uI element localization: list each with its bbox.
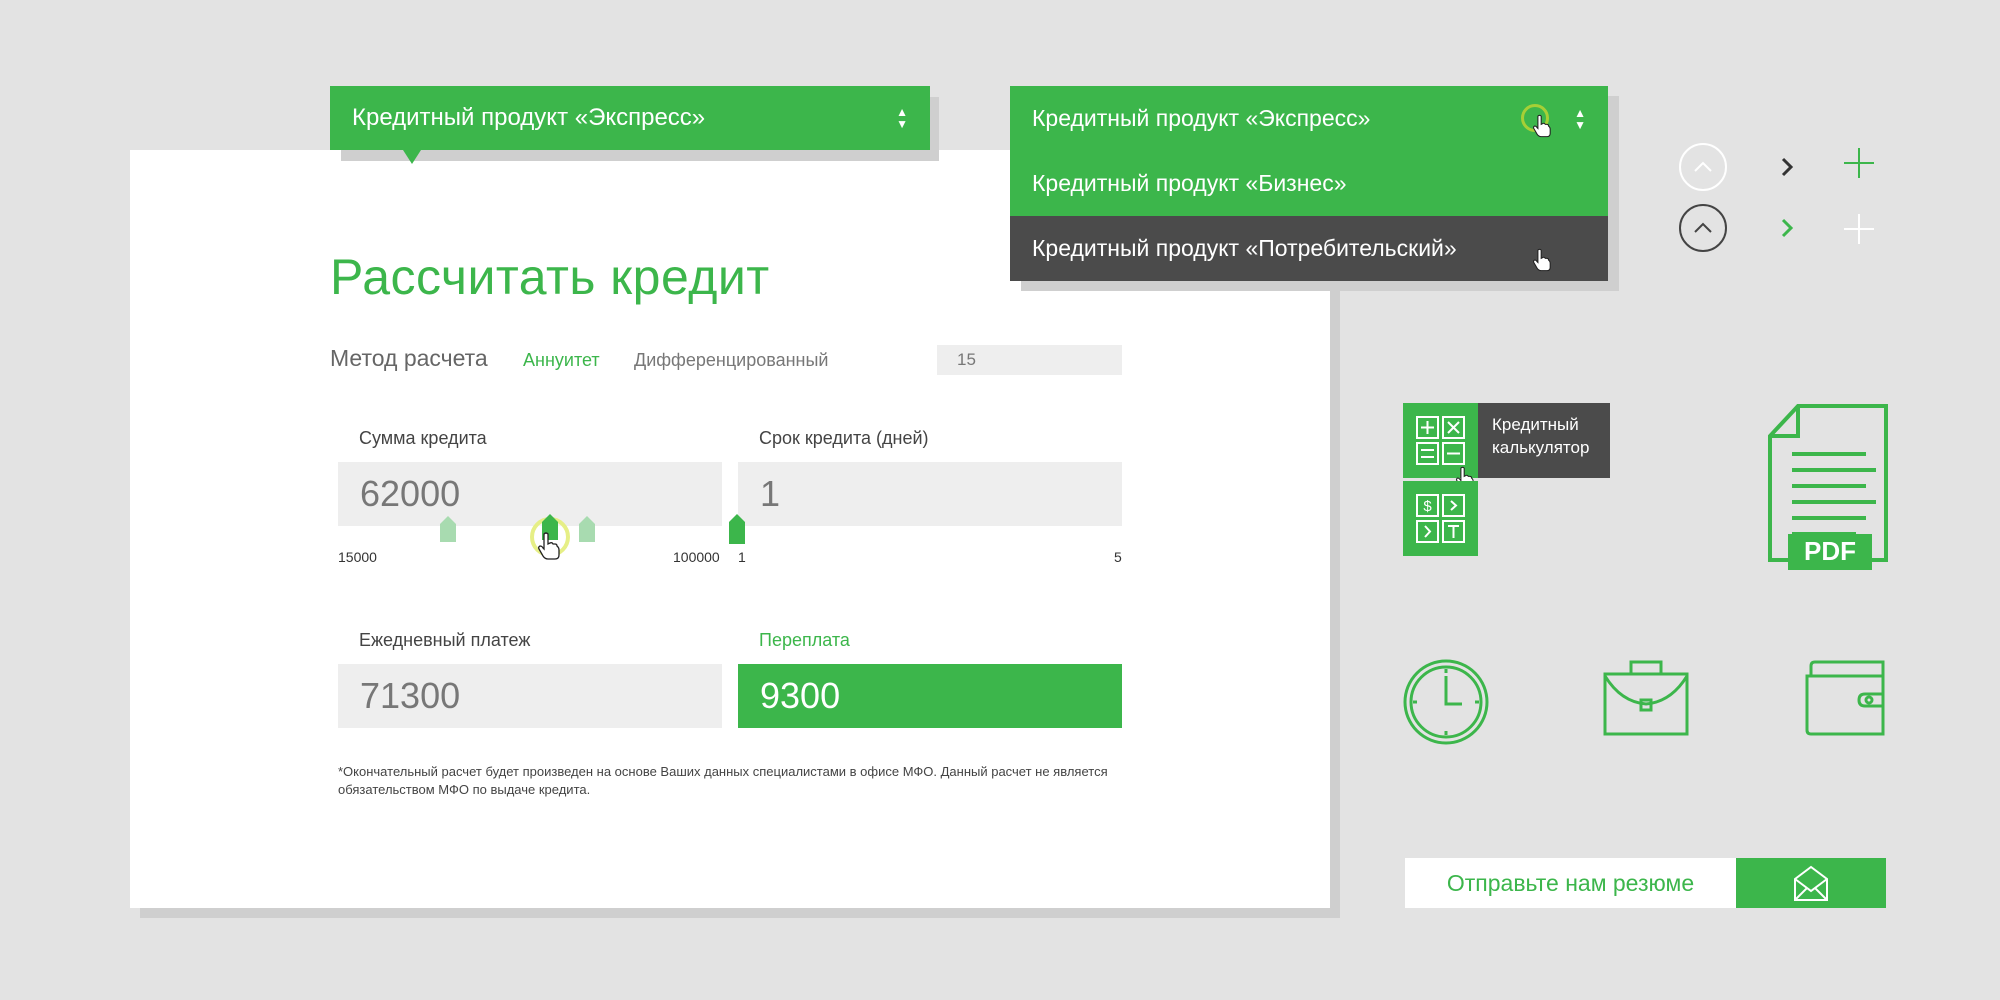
daily-payment-field: 71300 xyxy=(338,664,722,728)
dropdown-item-express[interactable]: Кредитный продукт «Экспресс» ▲ ▼ xyxy=(1010,86,1608,151)
term-value: 1 xyxy=(760,473,781,514)
pdf-document-icon[interactable]: PDF xyxy=(1766,402,1892,579)
amount-slider-ghost-right xyxy=(579,516,595,542)
select-arrows-icon: ▲ ▼ xyxy=(896,105,908,131)
clock-icon[interactable] xyxy=(1402,658,1490,751)
amount-slider-ghost-left xyxy=(440,516,456,542)
overpayment-field: 9300 xyxy=(738,664,1122,728)
calculator-tooltip: Кредитный калькулятор xyxy=(1478,403,1610,478)
dropdown-item-label: Кредитный продукт «Экспресс» xyxy=(1032,105,1371,131)
plus-icon[interactable] xyxy=(1843,213,1875,250)
dropdown-item-consumer[interactable]: Кредитный продукт «Потребительский» xyxy=(1010,216,1608,281)
chevron-up-icon xyxy=(1694,222,1712,233)
resume-label[interactable]: Отправьте нам резюме xyxy=(1405,858,1736,908)
amount-label: Сумма кредита xyxy=(359,428,487,448)
method-option-annuity[interactable]: Аннуитет xyxy=(523,350,600,371)
envelope-icon xyxy=(1794,865,1828,901)
method-label: Метод расчета xyxy=(330,345,488,371)
send-resume-button[interactable] xyxy=(1736,858,1886,908)
term-min: 1 xyxy=(738,549,746,565)
overpayment-label: Переплата xyxy=(759,630,850,650)
amount-max: 100000 xyxy=(673,549,720,565)
term-label: Срок кредита (дней) xyxy=(759,428,929,448)
amount-min: 15000 xyxy=(338,549,377,565)
svg-text:$: $ xyxy=(1423,498,1432,515)
scroll-up-button-light[interactable] xyxy=(1679,143,1727,191)
currency-widget-button[interactable]: $ xyxy=(1403,481,1478,556)
hand-cursor-icon xyxy=(1533,248,1551,278)
briefcase-icon[interactable] xyxy=(1601,658,1691,743)
amount-field[interactable]: 62000 xyxy=(338,462,722,526)
product-select[interactable]: Кредитный продукт «Экспресс» ▲ ▼ xyxy=(330,86,930,164)
chevron-right-icon[interactable] xyxy=(1780,217,1794,244)
hand-cursor-icon xyxy=(538,532,560,565)
hand-cursor-icon xyxy=(1533,114,1551,144)
disclaimer-note: *Окончательный расчет будет произведен н… xyxy=(338,764,1108,797)
page-title: Рассчитать кредит xyxy=(330,249,770,305)
chevron-up-icon xyxy=(1694,161,1712,172)
term-field[interactable]: 1 xyxy=(738,462,1122,526)
product-dropdown[interactable]: Кредитный продукт «Экспресс» ▲ ▼ Кредитн… xyxy=(1010,86,1608,281)
select-arrows-icon: ▲ ▼ xyxy=(1574,105,1586,132)
product-select-value: Кредитный продукт «Экспресс» xyxy=(352,104,706,131)
daily-payment-label: Ежедневный платеж xyxy=(359,630,531,650)
dropdown-item-label: Кредитный продукт «Потребительский» xyxy=(1032,235,1457,261)
tooltip-line: калькулятор xyxy=(1492,438,1590,457)
chevron-right-icon[interactable] xyxy=(1780,156,1794,183)
dropdown-item-business[interactable]: Кредитный продукт «Бизнес» xyxy=(1010,151,1608,216)
daily-payment-value: 71300 xyxy=(360,675,461,716)
overpayment-value: 9300 xyxy=(760,675,841,716)
pdf-label: PDF xyxy=(1804,536,1856,566)
wallet-icon[interactable] xyxy=(1803,658,1887,743)
period-input[interactable] xyxy=(937,345,1122,375)
scroll-up-button-dark[interactable] xyxy=(1679,204,1727,252)
amount-value: 62000 xyxy=(360,473,461,514)
currency-icon: $ xyxy=(1416,494,1465,543)
plus-icon[interactable] xyxy=(1843,147,1875,184)
term-max: 5 xyxy=(1114,549,1122,565)
select-pointer xyxy=(403,150,421,164)
term-slider-handle[interactable] xyxy=(729,514,745,544)
method-option-differentiated[interactable]: Дифференцированный xyxy=(634,350,828,371)
tooltip-line: Кредитный xyxy=(1492,415,1579,434)
dropdown-item-label: Кредитный продукт «Бизнес» xyxy=(1032,170,1347,196)
